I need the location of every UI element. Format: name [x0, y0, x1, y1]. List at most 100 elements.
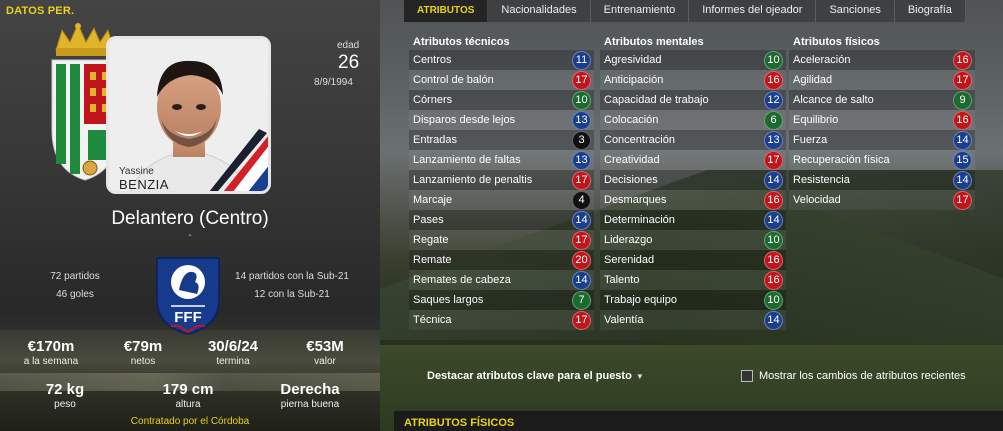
tab-attributes[interactable]: ATRIBUTOS	[404, 0, 489, 22]
u21-goals: 12 con la Sub-21	[254, 289, 330, 300]
attribute-row[interactable]: Alcance de salto 9	[789, 90, 975, 110]
attribute-row[interactable]: Desmarques 16	[600, 190, 786, 210]
attribute-row[interactable]: Lanzamiento de penaltis 17	[409, 170, 594, 190]
club-goals: 46 goles	[56, 289, 94, 300]
attribute-label: Control de balón	[413, 74, 494, 86]
attribute-value-badge: 20	[572, 250, 591, 270]
highlight-key-attributes-label: Destacar atributos clave para el puesto	[427, 370, 632, 382]
section-title: ATRIBUTOS FÍSICOS	[404, 417, 515, 429]
attribute-label: Pases	[413, 214, 444, 226]
contract-expiry-label: termina	[216, 356, 250, 367]
attribute-row[interactable]: Córners 10	[409, 90, 594, 110]
attribute-value-badge: 16	[953, 110, 972, 130]
attribute-label: Agresividad	[604, 54, 662, 66]
attribute-row[interactable]: Velocidad 17	[789, 190, 975, 210]
show-recent-changes-toggle[interactable]: Mostrar los cambios de atributos recient…	[741, 370, 966, 382]
player-value-amount: €53M	[306, 338, 344, 355]
attribute-row[interactable]: Remates de cabeza 14	[409, 270, 594, 290]
preferred-foot: Derecha pierna buena	[265, 381, 355, 410]
attribute-label: Capacidad de trabajo	[604, 94, 709, 106]
attribute-label: Saques largos	[413, 294, 484, 306]
attribute-row[interactable]: Creatividad 17	[600, 150, 786, 170]
attribute-row[interactable]: Entradas 3	[409, 130, 594, 150]
weight: 72 kg peso	[20, 381, 110, 410]
weight-label: peso	[54, 399, 76, 410]
attribute-label: Liderazgo	[604, 234, 653, 246]
tab-scout-reports[interactable]: Informes del ojeador	[689, 0, 817, 22]
u21-matches: 14 partidos con la Sub-21	[235, 271, 349, 282]
attribute-label: Disparos desde lejos	[413, 114, 516, 126]
attribute-row[interactable]: Disparos desde lejos 13	[409, 110, 594, 130]
national-team-badge-icon[interactable]: FFF	[149, 254, 227, 336]
player-overview-panel: DATOS PER. Yassine BENZIA edad 26 8/9/19…	[0, 0, 380, 431]
attribute-row[interactable]: Fuerza 14	[789, 130, 975, 150]
physical-attributes-section-header[interactable]: ATRIBUTOS FÍSICOS	[394, 410, 1003, 431]
contract-owner-link[interactable]: Contratado por el Córdoba	[0, 416, 380, 427]
attribute-row[interactable]: Determinación 14	[600, 210, 786, 230]
attribute-row[interactable]: Serenidad 16	[600, 250, 786, 270]
attribute-row[interactable]: Decisiones 14	[600, 170, 786, 190]
tab-sanctions[interactable]: Sanciones	[816, 0, 895, 22]
attribute-label: Regate	[413, 234, 449, 246]
attribute-row[interactable]: Equilibrio 16	[789, 110, 975, 130]
attribute-row[interactable]: Concentración 13	[600, 130, 786, 150]
attribute-row[interactable]: Valentía 14	[600, 310, 786, 330]
highlight-key-attributes-dropdown[interactable]: Destacar atributos clave para el puesto ▼	[427, 370, 644, 382]
attribute-value-badge: 16	[764, 270, 783, 290]
attribute-label: Lanzamiento de penaltis	[413, 174, 533, 186]
height-label: altura	[175, 399, 201, 410]
attribute-row[interactable]: Talento 16	[600, 270, 786, 290]
show-changes-checkbox[interactable]	[741, 370, 753, 382]
attributes-panel: ATRIBUTOS Nacionalidades Entrenamiento I…	[380, 0, 1003, 431]
attribute-row[interactable]: Aceleración 16	[789, 50, 975, 70]
tab-training[interactable]: Entrenamiento	[590, 0, 690, 22]
attribute-row[interactable]: Anticipación 16	[600, 70, 786, 90]
net-wage: €79m netos	[98, 338, 188, 367]
player-value-label: valor	[314, 356, 336, 367]
tab-biography[interactable]: Biografía	[894, 0, 966, 22]
attribute-label: Aceleración	[793, 54, 851, 66]
attribute-value-badge: 14	[953, 130, 972, 150]
attribute-label: Remates de cabeza	[413, 274, 511, 286]
height-value: 179 cm	[162, 381, 214, 398]
attribute-row[interactable]: Lanzamiento de faltas 13	[409, 150, 594, 170]
attribute-row[interactable]: Remate 20	[409, 250, 594, 270]
attribute-label: Valentía	[604, 314, 644, 326]
position-separator: -	[188, 230, 192, 241]
contract-expiry-value: 30/6/24	[207, 338, 259, 355]
attribute-label: Concentración	[604, 134, 675, 146]
attribute-row[interactable]: Agresividad 10	[600, 50, 786, 70]
attribute-value-badge: 14	[764, 310, 783, 330]
attribute-value-badge: 3	[572, 130, 591, 150]
age-label: edad	[337, 40, 360, 51]
attribute-row[interactable]: Trabajo equipo 10	[600, 290, 786, 310]
attribute-row[interactable]: Control de balón 17	[409, 70, 594, 90]
tab-nationalities[interactable]: Nacionalidades	[488, 0, 591, 22]
attribute-row[interactable]: Recuperación física 15	[789, 150, 975, 170]
attribute-row[interactable]: Capacidad de trabajo 12	[600, 90, 786, 110]
attribute-value-badge: 16	[764, 190, 783, 210]
attribute-label: Lanzamiento de faltas	[413, 154, 521, 166]
attribute-value-badge: 10	[764, 290, 783, 310]
attribute-label: Centros	[413, 54, 452, 66]
attribute-value-badge: 14	[572, 210, 591, 230]
attribute-row[interactable]: Técnica 17	[409, 310, 594, 330]
tab-bar: ATRIBUTOS Nacionalidades Entrenamiento I…	[404, 0, 966, 22]
attribute-row[interactable]: Agilidad 17	[789, 70, 975, 90]
attribute-row[interactable]: Liderazgo 10	[600, 230, 786, 250]
attribute-label: Agilidad	[793, 74, 833, 86]
attribute-label: Fuerza	[793, 134, 828, 146]
attribute-value-badge: 13	[764, 130, 783, 150]
attribute-row[interactable]: Regate 17	[409, 230, 594, 250]
attribute-row[interactable]: Pases 14	[409, 210, 594, 230]
attribute-value-badge: 6	[764, 110, 783, 130]
attribute-row[interactable]: Marcaje 4	[409, 190, 594, 210]
attribute-row[interactable]: Saques largos 7	[409, 290, 594, 310]
attribute-row[interactable]: Resistencia 14	[789, 170, 975, 190]
weight-value: 72 kg	[45, 381, 85, 398]
attribute-value-badge: 4	[572, 190, 591, 210]
attribute-label: Resistencia	[793, 174, 850, 186]
attribute-row[interactable]: Centros 11	[409, 50, 594, 70]
attribute-row[interactable]: Colocación 6	[600, 110, 786, 130]
mental-attributes-title: Atributos mentales	[604, 36, 704, 48]
